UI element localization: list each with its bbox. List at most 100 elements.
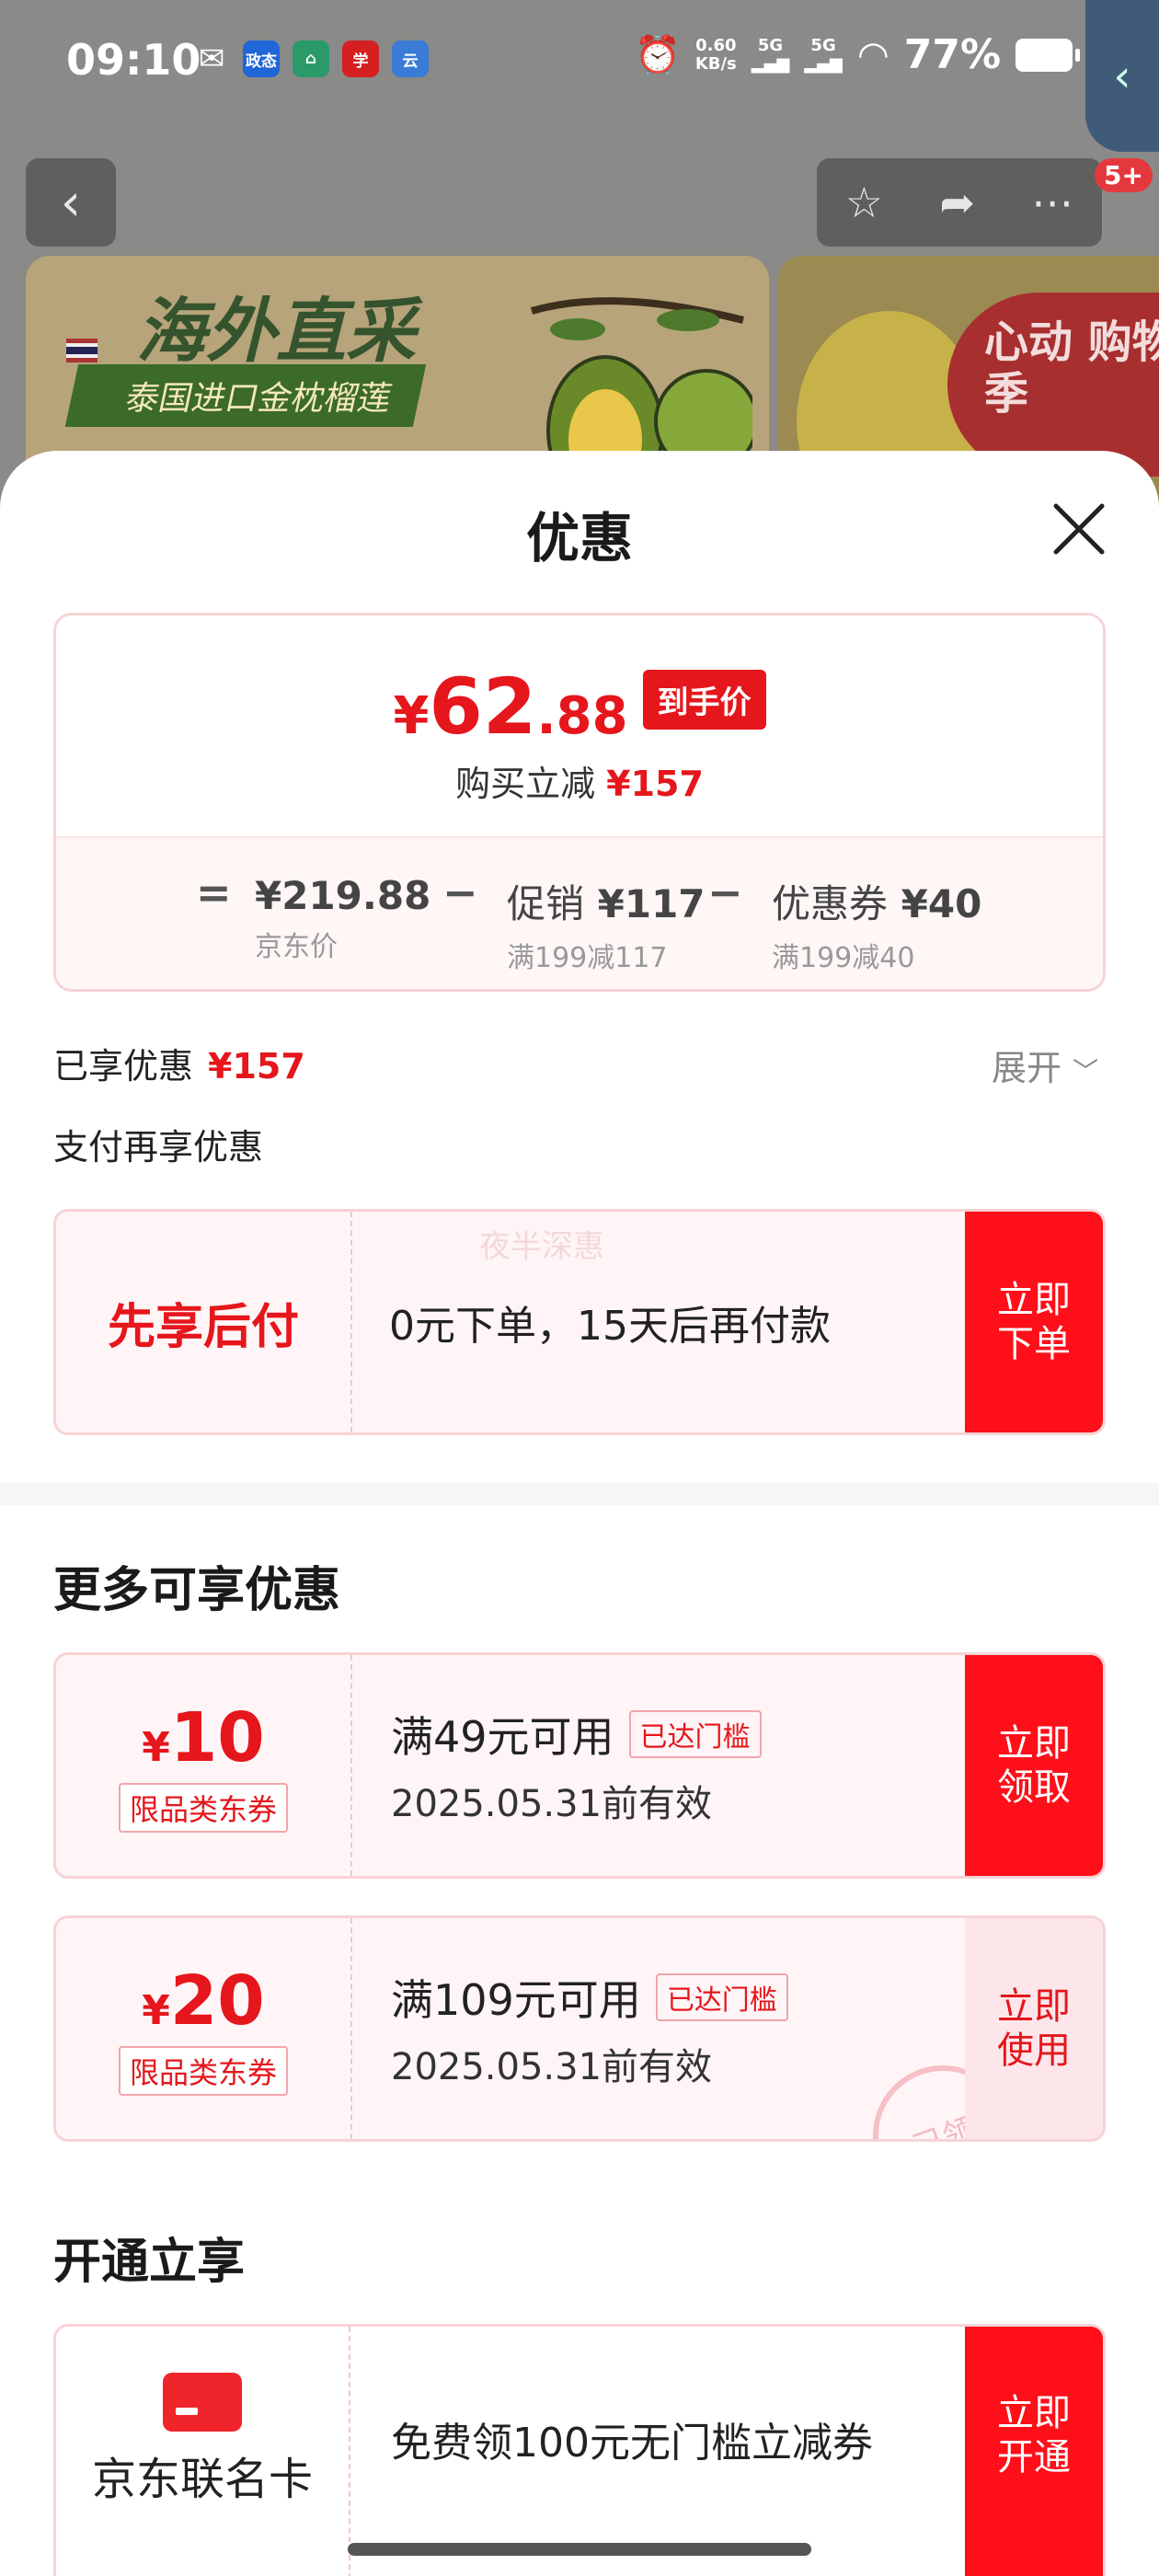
minus-sign: − [707,868,743,917]
price-integer: 62 [429,661,537,752]
coupon-amount: ¥10 [142,1698,265,1777]
xuexi-app-icon: 学 [342,40,379,77]
wifi-icon: ◠ [856,33,889,76]
instant-reduction-value: ¥157 [606,764,704,804]
coupon-value: ¥40 [901,881,982,926]
alarm-icon: ⏰ [635,34,681,76]
discount-sheet: 优惠 ¥62.88 到手价 购买立减 ¥157 = ¥219.88 京东价 − 促… [0,451,1159,2576]
coupon-condition: 满109元可用 已达门槛 [391,1967,788,2028]
promotion-discount: 促销 ¥117 满199减117 [507,873,706,975]
coupon-type-tag: 限品类东券 [118,1783,288,1833]
coupon-type-tag: 限品类东券 [118,2046,288,2096]
coupon-info: 满49元可用 已达门槛 2025.05.31前有效 [391,1655,762,1876]
coupon-validity: 2025.05.31前有效 [391,2046,713,2088]
coupon-currency: ¥ [142,1724,170,1771]
coupon-note: 满199减40 [772,942,915,974]
coupon-label: 优惠券 [772,881,889,926]
final-price-area: ¥62.88 到手价 购买立减 ¥157 [56,615,1103,836]
pay-section-title: 支付再享优惠 [53,1127,264,1167]
enjoyed-label: 已享优惠 [53,1046,194,1087]
clock: 09:10 [66,35,201,85]
thailand-flag-icon [66,339,98,362]
expand-button[interactable]: 展开 ﹀ [992,1040,1098,1090]
open-card-button[interactable]: 立即 开通 [965,2327,1103,2576]
coupon-condition-text: 满49元可用 [391,1712,614,1762]
battery-icon [1016,38,1081,72]
chevron-down-icon: ﹀ [1073,1056,1099,1087]
message-badge: 5+ [1095,158,1153,192]
claim-coupon-button[interactable]: 立即 领取 [965,1655,1103,1876]
home-indicator[interactable] [348,2543,811,2556]
bnpl-info: 0元下单，15天后再付款 [389,1212,831,1432]
battery-percent: 77% [903,31,1002,78]
bnpl-left: 先享后付 [56,1212,352,1432]
final-price: ¥62.88 到手价 [56,661,1103,752]
close-icon[interactable] [1049,499,1109,559]
coupon-validity: 2025.05.31前有效 [391,1783,713,1825]
instant-reduction: 购买立减 ¥157 [56,755,1103,806]
notification-icons: ✉ 政态 ⌂ 学 云 [193,40,429,77]
price-calculation: = ¥219.88 京东价 − 促销 ¥117 满199减117 − 优惠券 ¥… [56,836,1103,989]
jd-card-left: 京东联名卡 [56,2327,350,2576]
coupon-currency: ¥ [142,1987,170,2034]
net-speed-unit: KB/s [694,53,737,74]
signal-2-icon: 5G ▂▄▆ [804,35,843,74]
base-price: ¥219.88 京东价 [255,873,430,964]
threshold-reached-tag: 已达门槛 [655,1973,788,2021]
threshold-reached-tag: 已达门槛 [628,1710,762,1758]
banner-title: 海外直采 [136,290,416,372]
equals-sign: = [196,868,232,917]
banner-subtitle: 泰国进口金枕榴莲 [64,364,427,427]
coupon-card[interactable]: ¥10 限品类东券 满49元可用 已达门槛 2025.05.31前有效 立即 领取 [53,1652,1106,1879]
coupon-condition-text: 满109元可用 [391,1975,641,2025]
coupon-amount-value: 10 [169,1698,265,1777]
currency-symbol: ¥ [393,686,430,746]
share-icon[interactable]: ➦ [939,178,975,227]
coupon-amount-area: ¥20 限品类东券 [56,1918,352,2139]
section-divider [0,1483,1159,1505]
coupon-amount-area: ¥10 限品类东券 [56,1655,352,1876]
coupon-discount: 优惠券 ¥40 满199减40 [772,873,981,975]
network-speed: 0.60 KB/s [694,35,737,74]
bnpl-card[interactable]: 先享后付 夜半深惠 0元下单，15天后再付款 立即 下单 [53,1209,1106,1435]
enjoyed-value: ¥157 [208,1046,305,1087]
base-price-value: ¥219.88 [255,873,431,918]
back-button[interactable]: ‹ [26,158,116,247]
status-bar: 09:10 ✉ 政态 ⌂ 学 云 ⏰ 0.60 KB/s 5G ▂▄▆ 5G ▂▄▆… [0,0,1159,129]
enjoyed-discount: 已享优惠 ¥157 [53,1038,305,1088]
sheet-title: 优惠 [525,507,633,569]
jd-card-info: 免费领100元无门槛立减券 [391,2327,873,2576]
price-decimal: .88 [536,686,628,746]
wechat-icon: ✉ [198,40,225,77]
order-now-button[interactable]: 立即 下单 [965,1212,1103,1432]
signal-1-icon: 5G ▂▄▆ [751,35,790,74]
side-panel-handle[interactable]: ‹ [1085,0,1159,152]
favorite-star-icon[interactable]: ☆ [845,178,883,227]
net-speed-value: 0.60 [695,35,737,55]
promo-note: 满199减117 [507,942,668,974]
coupon-amount-value: 20 [169,1961,265,2041]
zhengtai-app-icon: 政态 [243,40,280,77]
jd-card-name: 京东联名卡 [91,2454,313,2505]
coupon-info: 满109元可用 已达门槛 2025.05.31前有效 [391,1918,788,2139]
use-coupon-button[interactable]: 立即 使用 [965,1918,1103,2139]
coupon-amount: ¥20 [142,1961,265,2041]
signal-2-label: 5G [810,35,836,55]
coupon-card[interactable]: ¥20 限品类东券 满109元可用 已达门槛 2025.05.31前有效 已领 立… [53,1915,1106,2142]
system-indicators: ⏰ 0.60 KB/s 5G ▂▄▆ 5G ▂▄▆ ◠ 77% [635,31,1081,78]
jd-card-description: 免费领100元无门槛立减券 [391,2420,873,2467]
price-breakdown-card: ¥62.88 到手价 购买立减 ¥157 = ¥219.88 京东价 − 促销 ¥… [53,613,1106,992]
more-icon[interactable]: ⋯ [1031,178,1073,227]
minus-sign: − [442,868,478,917]
home-app-icon: ⌂ [293,40,329,77]
promo-value: ¥117 [597,881,706,926]
open-benefits-title: 开通立享 [53,2235,246,2290]
jd-card-offer[interactable]: 京东联名卡 免费领100元无门槛立减券 立即 开通 [53,2324,1106,2576]
base-price-note: 京东价 [255,931,338,963]
yun-app-icon: 云 [392,40,429,77]
bnpl-label: 先享后付 [107,1299,299,1355]
final-price-tag: 到手价 [642,670,766,730]
top-actions: ☆ ➦ ⋯ [817,158,1102,247]
more-offers-title: 更多可享优惠 [53,1563,341,1618]
shopping-season-badge: 心动 购物季 [947,293,1159,477]
